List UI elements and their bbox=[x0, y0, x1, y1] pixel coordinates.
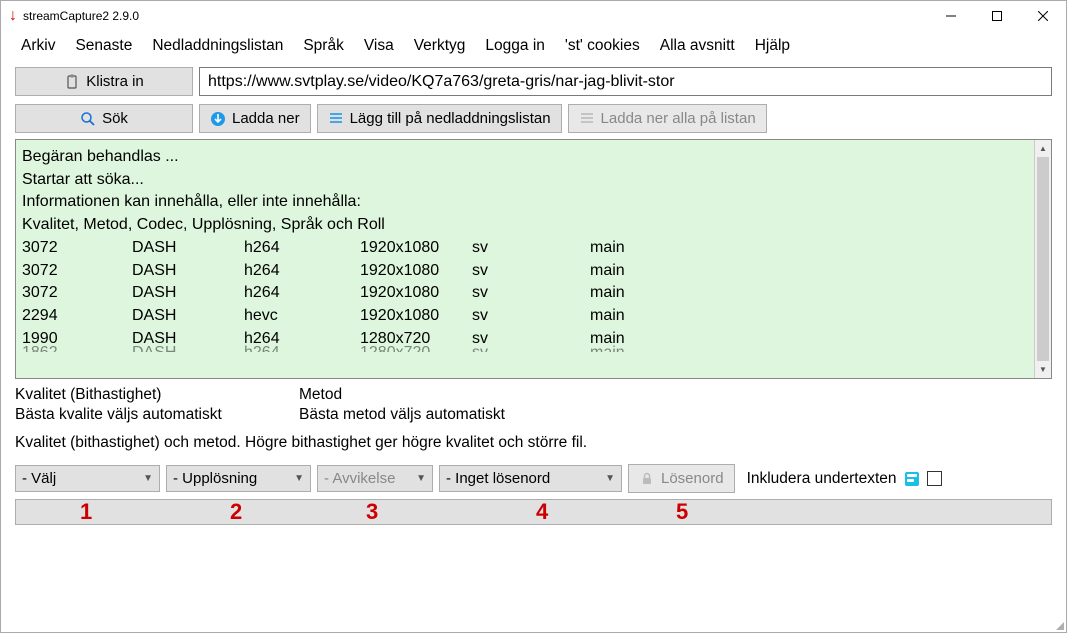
menu-verktyg[interactable]: Verktyg bbox=[406, 35, 474, 57]
add-to-list-button[interactable]: Lägg till på nedladdningslistan bbox=[317, 104, 562, 133]
search-button[interactable]: Sök bbox=[15, 104, 193, 133]
clipboard-icon bbox=[64, 74, 80, 90]
search-button-label: Sök bbox=[102, 110, 128, 127]
menu-allaavsnitt[interactable]: Alla avsnitt bbox=[652, 35, 743, 57]
close-button[interactable] bbox=[1020, 1, 1066, 31]
subtitle-icon bbox=[905, 472, 919, 486]
menu-stcookies[interactable]: 'st' cookies bbox=[557, 35, 648, 57]
method-label: Metod bbox=[299, 386, 1052, 404]
subtitle-checkbox[interactable] bbox=[927, 471, 942, 486]
annotation-1: 1 bbox=[80, 499, 92, 525]
output-panel: Begäran behandlas ...Startar att söka...… bbox=[15, 139, 1052, 379]
list-download-icon bbox=[579, 111, 595, 127]
deviation-select-label: - Avvikelse bbox=[324, 470, 395, 487]
chevron-down-icon: ▼ bbox=[143, 473, 153, 484]
download-button-label: Ladda ner bbox=[232, 110, 300, 127]
annotation-4: 4 bbox=[536, 499, 548, 525]
resolution-select-label: - Upplösning bbox=[173, 470, 257, 487]
menu-hjalp[interactable]: Hjälp bbox=[747, 35, 798, 57]
menu-arkiv[interactable]: Arkiv bbox=[13, 35, 63, 57]
scroll-up-icon[interactable]: ▲ bbox=[1035, 140, 1051, 157]
download-all-button[interactable]: Ladda ner alla på listan bbox=[568, 104, 767, 133]
download-all-label: Ladda ner alla på listan bbox=[601, 110, 756, 127]
menu-sprak[interactable]: Språk bbox=[295, 35, 352, 57]
menu-bar: Arkiv Senaste Nedladdningslistan Språk V… bbox=[1, 31, 1066, 65]
deviation-select[interactable]: - Avvikelse ▼ bbox=[317, 465, 433, 492]
menu-loggain[interactable]: Logga in bbox=[477, 35, 552, 57]
lock-icon bbox=[639, 471, 655, 487]
password-select-label: - Inget lösenord bbox=[446, 470, 550, 487]
paste-button-label: Klistra in bbox=[86, 73, 144, 90]
annotation-bar: 1 2 3 4 5 bbox=[15, 499, 1052, 525]
chevron-down-icon: ▼ bbox=[294, 473, 304, 484]
search-icon bbox=[80, 111, 96, 127]
description: Kvalitet (bithastighet) och metod. Högre… bbox=[1, 434, 1066, 462]
password-select[interactable]: - Inget lösenord ▼ bbox=[439, 465, 622, 492]
output-text[interactable]: Begäran behandlas ...Startar att söka...… bbox=[16, 140, 1034, 378]
resolution-select[interactable]: - Upplösning ▼ bbox=[166, 465, 311, 492]
quality-label: Kvalitet (Bithastighet) bbox=[15, 386, 299, 404]
resize-grip[interactable] bbox=[1050, 616, 1066, 632]
download-button[interactable]: Ladda ner bbox=[199, 104, 311, 133]
menu-senaste[interactable]: Senaste bbox=[67, 35, 140, 57]
maximize-button[interactable] bbox=[974, 1, 1020, 31]
chevron-down-icon: ▼ bbox=[416, 473, 426, 484]
paste-button[interactable]: Klistra in bbox=[15, 67, 193, 96]
url-input[interactable] bbox=[199, 67, 1052, 96]
chevron-down-icon: ▼ bbox=[605, 473, 615, 484]
title-bar: ↓ streamCapture2 2.9.0 bbox=[1, 1, 1066, 31]
quality-auto: Bästa kvalite väljs automatiskt bbox=[15, 406, 299, 424]
password-button-label: Lösenord bbox=[661, 470, 724, 487]
annotation-5: 5 bbox=[676, 499, 688, 525]
minimize-button[interactable] bbox=[928, 1, 974, 31]
menu-nedladdningslistan[interactable]: Nedladdningslistan bbox=[144, 35, 291, 57]
quality-select-label: - Välj bbox=[22, 470, 56, 487]
scroll-thumb[interactable] bbox=[1037, 157, 1049, 361]
app-icon: ↓ bbox=[9, 8, 17, 24]
window-title: streamCapture2 2.9.0 bbox=[23, 9, 139, 23]
output-scrollbar[interactable]: ▲ ▼ bbox=[1034, 140, 1051, 378]
annotation-2: 2 bbox=[230, 499, 242, 525]
password-button[interactable]: Lösenord bbox=[628, 464, 735, 493]
method-auto: Bästa metod väljs automatiskt bbox=[299, 406, 1052, 424]
annotation-3: 3 bbox=[366, 499, 378, 525]
subtitle-label: Inkludera undertexten bbox=[747, 470, 897, 488]
scroll-down-icon[interactable]: ▼ bbox=[1035, 361, 1051, 378]
quality-select[interactable]: - Välj ▼ bbox=[15, 465, 160, 492]
menu-visa[interactable]: Visa bbox=[356, 35, 402, 57]
add-to-list-label: Lägg till på nedladdningslistan bbox=[350, 110, 551, 127]
list-icon bbox=[328, 111, 344, 127]
download-icon bbox=[210, 111, 226, 127]
